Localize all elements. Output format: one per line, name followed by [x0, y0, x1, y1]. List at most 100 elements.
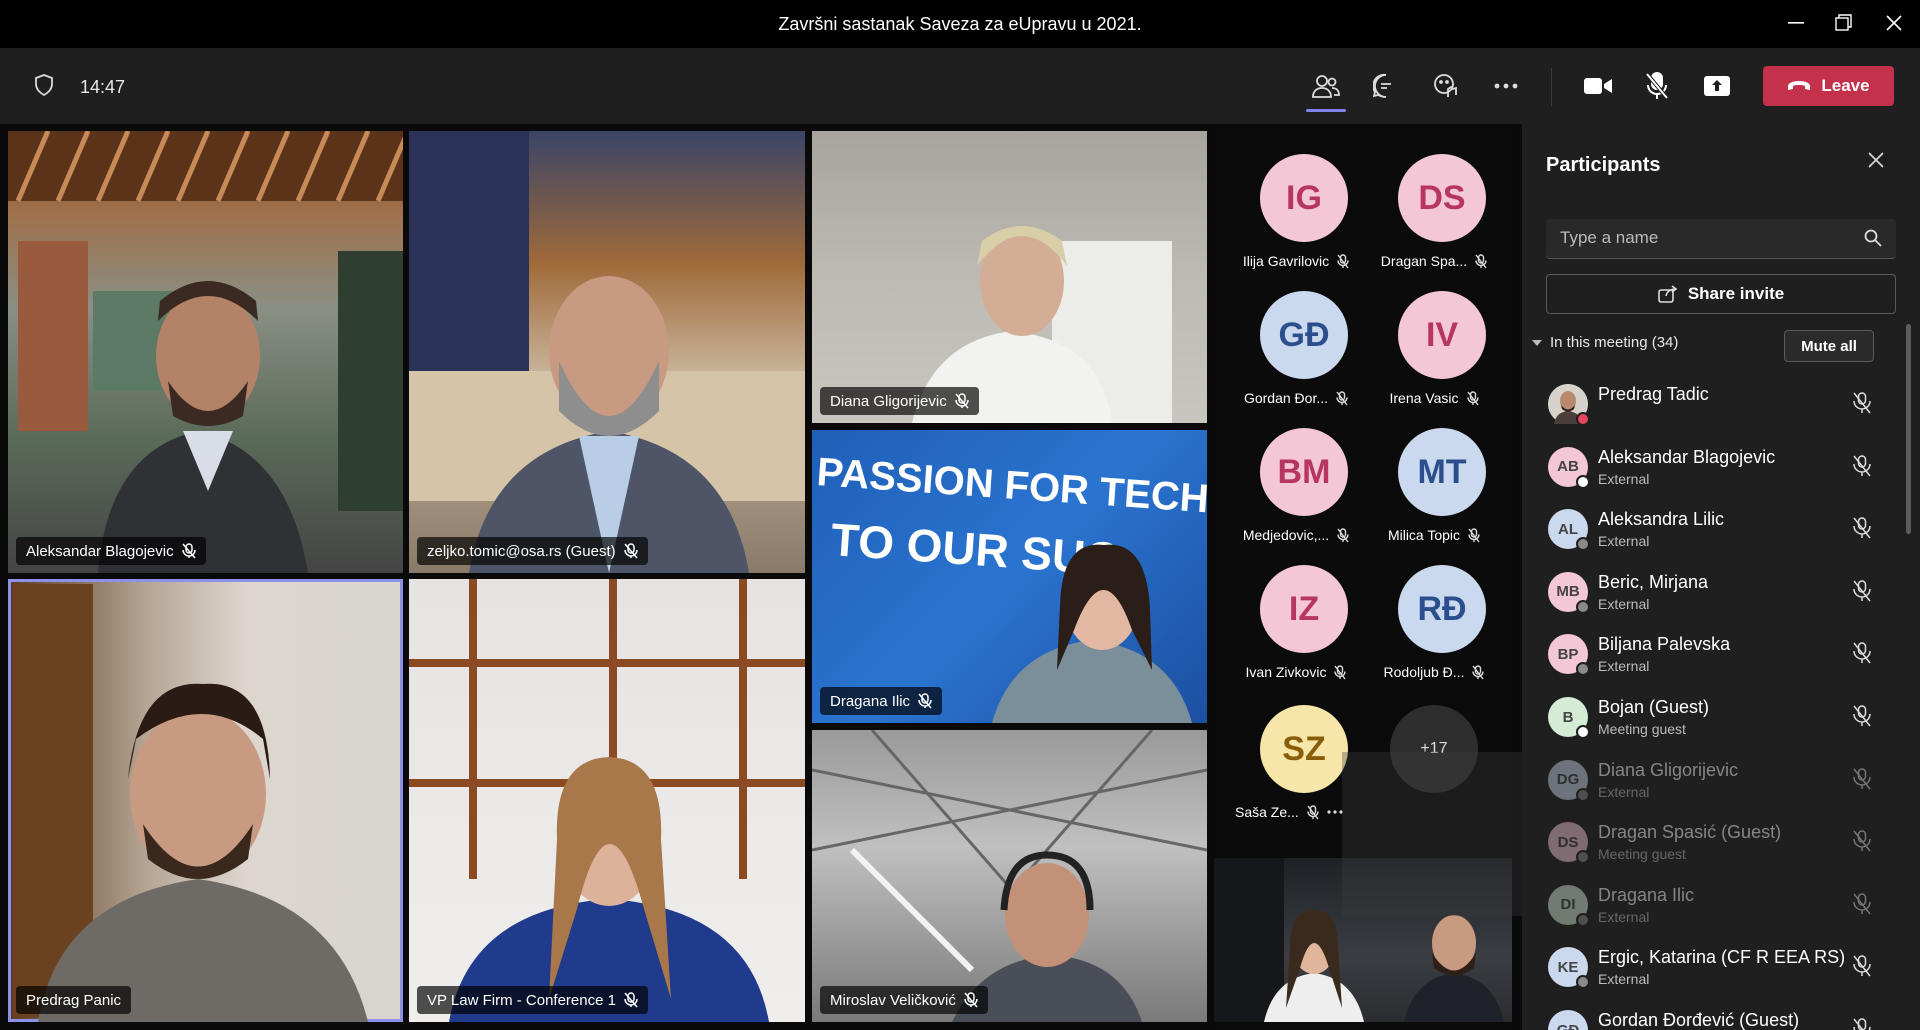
chat-button[interactable] [1366, 68, 1406, 104]
mic-off-icon [1853, 454, 1871, 477]
in-meeting-section-header[interactable]: In this meeting (34) [1532, 334, 1678, 351]
participant-row[interactable]: AB Aleksandar Blagojevic External [1522, 435, 1902, 497]
video-tile[interactable]: zeljko.tomic@osa.rs (Guest) [409, 131, 805, 573]
participant-role: Meeting guest [1598, 846, 1686, 863]
participant-mic[interactable] [1852, 517, 1872, 544]
participant-mic[interactable] [1852, 642, 1872, 669]
reactions-button[interactable] [1426, 68, 1466, 104]
shield-icon[interactable] [34, 74, 54, 101]
participant-row[interactable]: MB Beric, Mirjana External [1522, 560, 1902, 622]
search-input[interactable] [1560, 228, 1850, 248]
search-box [1546, 219, 1896, 259]
participant-row[interactable]: KE Ergic, Katarina (CF R EEA RS) External [1522, 935, 1902, 997]
avatar: DS [1398, 154, 1486, 242]
mic-off-icon [1853, 517, 1871, 539]
close-window-icon[interactable] [1879, 10, 1909, 36]
avatar: GĐ [1548, 1010, 1588, 1030]
close-icon[interactable] [1868, 152, 1884, 173]
participant-mic[interactable] [1852, 580, 1872, 607]
mic-off-icon [918, 693, 932, 709]
more-options-button[interactable] [1486, 68, 1526, 104]
participant-mic[interactable] [1852, 955, 1872, 982]
participant-mic[interactable] [1852, 830, 1872, 857]
share-screen-icon [1704, 76, 1730, 96]
toolbar-divider [1551, 68, 1552, 106]
minimize-icon[interactable] [1781, 10, 1811, 36]
participant-nametag: Dragana Ilic [820, 687, 943, 715]
presence-status-icon [1576, 474, 1590, 489]
roster-avatar[interactable]: IV Irena Vasic [1363, 267, 1501, 406]
participant-row[interactable]: BP Biljana Palevska External [1522, 622, 1902, 684]
share-screen-button[interactable] [1697, 68, 1737, 104]
participant-role: External [1598, 595, 1650, 612]
roster-name: Ivan Zivkovic [1229, 664, 1363, 680]
video-tile[interactable]: Miroslav Veličković [812, 730, 1207, 1022]
participant-mic[interactable] [1852, 454, 1872, 482]
video-tile[interactable]: Aleksandar Blagojevic [8, 131, 403, 573]
participant-mic[interactable] [1852, 705, 1872, 732]
leave-button[interactable]: Leave [1763, 66, 1894, 106]
video-tile[interactable]: Diana Gligorijevic [812, 131, 1207, 423]
camera-icon [1584, 78, 1612, 94]
mic-off-icon [1853, 1018, 1871, 1030]
participant-name: Aleksandra Lilic [1598, 509, 1725, 530]
participant-mic[interactable] [1852, 1018, 1872, 1030]
mic-button[interactable] [1637, 68, 1677, 104]
roster-avatar[interactable]: MT Milica Topic [1363, 404, 1501, 543]
participant-mic[interactable] [1852, 767, 1872, 795]
presence-status-icon [1576, 912, 1590, 927]
roster-avatar[interactable]: IZ Ivan Zivkovic [1225, 541, 1363, 680]
participant-mic[interactable] [1852, 893, 1872, 920]
video-tile[interactable]: VP Law Firm - Conference 1 [409, 579, 805, 1022]
roster-avatar[interactable]: IG Ilija Gavrilovic [1225, 130, 1363, 269]
participant-row[interactable]: DI Dragana Ilic External [1522, 873, 1902, 935]
participant-name: Ergic, Katarina (CF R EEA RS) [1598, 947, 1846, 968]
mic-off-icon [1853, 392, 1871, 414]
mic-off-icon [1853, 580, 1871, 602]
search-icon[interactable] [1864, 229, 1882, 252]
roster-avatar[interactable]: DS Dragan Spa... [1363, 130, 1501, 269]
more-icon [1327, 810, 1343, 814]
mic-off-icon [964, 992, 978, 1008]
leave-label: Leave [1821, 76, 1870, 95]
participant-row[interactable]: AL Aleksandra Lilic External [1522, 497, 1902, 559]
roster-avatar[interactable]: RĐ Rodoljub Đ... [1363, 541, 1501, 680]
video-tile-active-speaker[interactable]: Predrag Panic [8, 579, 403, 1022]
mic-off-icon [624, 992, 638, 1008]
chat-icon [1373, 73, 1391, 98]
presence-status-icon [1576, 787, 1590, 802]
participant-name: Aleksandar Blagojevic [1598, 446, 1776, 467]
participant-row[interactable]: GĐ Gordan Đorđević (Guest) [1522, 998, 1902, 1030]
participant-name: Bojan (Guest) [1598, 697, 1710, 717]
participant-row[interactable]: DS Dragan Spasić (Guest) Meeting guest [1522, 810, 1902, 872]
camera-button[interactable] [1578, 68, 1618, 104]
participant-name: VP Law Firm - Conference 1 [427, 991, 616, 1009]
video-tile[interactable]: PASSION FOR TECHN TO OUR SUC Dragana Ili… [812, 430, 1207, 723]
mic-off-icon [1334, 664, 1347, 679]
participant-video [13, 584, 368, 1022]
scrollbar[interactable] [1906, 324, 1911, 534]
mic-off-icon [1853, 642, 1871, 664]
mic-off-icon [1853, 893, 1871, 915]
participant-row[interactable]: Predrag Tadic [1522, 372, 1902, 434]
participant-name: Aleksandar Blagojevic [26, 542, 174, 560]
participant-nametag: Diana Gligorijevic [820, 387, 979, 415]
participant-row[interactable]: DG Diana Gligorijevic External [1522, 748, 1902, 810]
restore-icon[interactable] [1829, 10, 1859, 36]
participant-video [812, 730, 1207, 1022]
participant-role: Meeting guest [1598, 721, 1686, 737]
participant-row[interactable]: B Bojan (Guest) Meeting guest [1522, 685, 1902, 747]
participant-mic[interactable] [1852, 392, 1872, 419]
participant-video [409, 579, 805, 1022]
presence-status-icon [1576, 850, 1590, 865]
roster-name-text: Saša Ze... [1235, 804, 1299, 820]
share-invite-button[interactable]: Share invite [1546, 274, 1896, 314]
roster-avatar[interactable]: BM Medjedovic,... [1225, 404, 1363, 543]
mic-off-icon [1472, 664, 1485, 679]
roster-avatar[interactable]: GĐ Gordan Đor... [1225, 267, 1363, 406]
people-button[interactable] [1306, 68, 1346, 112]
mute-all-button[interactable]: Mute all [1784, 330, 1874, 362]
participant-name: Predrag Panic [26, 991, 122, 1009]
participant-nametag: zeljko.tomic@osa.rs (Guest) [417, 537, 648, 565]
banner-text: PASSION FOR TECHN [815, 450, 1207, 523]
